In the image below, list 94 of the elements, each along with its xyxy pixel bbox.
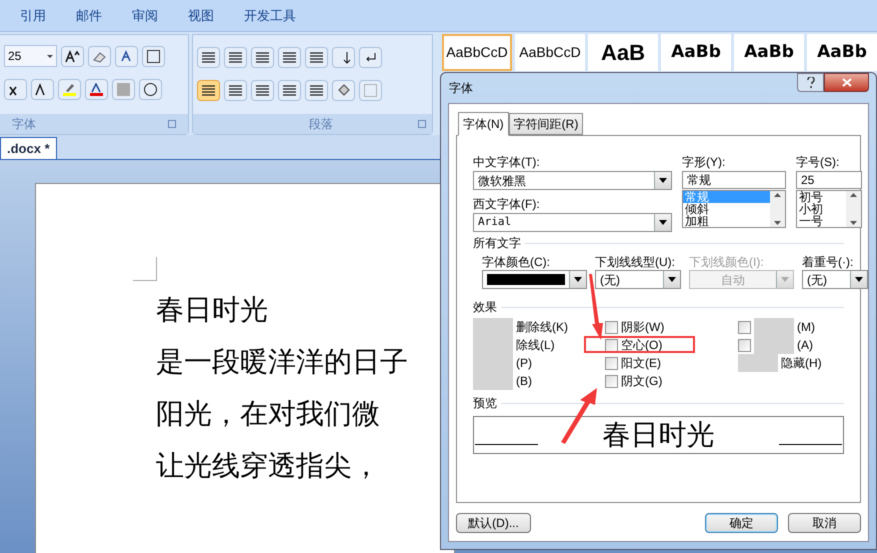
grow-font-icon[interactable] [61,46,84,66]
dropdown-field[interactable]: Arial [473,213,672,232]
style-swatch[interactable]: AaBb [661,34,731,71]
dropdown-field[interactable]: (无) [802,270,868,289]
field-label: 下划线线型(U): [595,254,676,270]
list-item[interactable]: 加粗 [683,215,770,227]
checkbox[interactable] [605,356,618,370]
text-field[interactable]: 25 [796,171,862,189]
close-button[interactable] [824,73,869,92]
checkbox-label: 阴文(G) [621,373,662,390]
dropdown-value: Arial [478,214,512,230]
checkbox-label: 删除线(K) [516,319,568,336]
ribbon-tab[interactable]: 审阅 [132,6,158,26]
document-paragraph: 阳光，在对我们微 [156,398,381,430]
checkbox-label: 隐藏(H) [781,355,822,372]
border-icon[interactable] [358,80,382,101]
dialog-button[interactable]: 取消 [788,513,861,533]
margin-corner-icon [133,257,157,281]
question-mark-icon [806,77,814,88]
document-paragraph: 让光线穿透指尖， [156,450,381,482]
checkbox-label: 空心(O) [621,337,662,354]
annotation-arrow [561,388,597,444]
checkbox-label: (P) [516,355,532,372]
ribbon-tab[interactable]: 开发工具 [244,6,296,26]
dropdown-value: 微软雅黑 [478,172,526,190]
style-swatch[interactable]: AaBb [807,34,877,71]
eraser-icon[interactable] [88,46,111,66]
font-size-field[interactable]: 25 [4,45,57,67]
up-arrow-icon[interactable] [850,193,857,197]
dropdown-value: 自动 [721,272,745,288]
down-arrow-icon[interactable] [774,221,781,225]
preview-text: 春日时光 [602,419,714,451]
dropdown-value: (无) [600,272,620,288]
sort-icon[interactable] [332,47,355,68]
list-item[interactable]: 一号 [797,215,846,227]
dropdown-field[interactable] [482,270,587,289]
checkbox[interactable] [738,320,751,334]
document-paragraph: 是一段暖洋洋的日子 [156,346,409,378]
dialog-title: 字体 [449,80,473,97]
field-label: 字号(S): [796,154,840,170]
list-box[interactable]: 初号 小初 一号 [796,190,862,228]
annotation-arrow [589,274,603,340]
checkbox-label: 阳文(E) [621,355,661,372]
dialog-button[interactable]: 默认(D)... [456,513,531,533]
field-label: 下划线颜色(I): [689,254,765,270]
style-swatch[interactable]: AaB [588,34,658,71]
help-button[interactable] [797,73,824,92]
up-arrow-icon[interactable] [774,193,781,197]
checkbox-label: 除线(L) [516,337,555,354]
checkbox[interactable] [605,338,618,352]
checkbox-label: (B) [516,373,532,390]
scrollbar[interactable] [770,191,785,227]
dialog-tab[interactable]: 字体(N) [458,112,509,136]
field-label: 字体颜色(C): [482,254,551,270]
checkbox[interactable] [738,338,751,352]
section-heading: 所有文字 [473,235,521,252]
field-label: 字形(Y): [682,154,726,170]
style-swatch[interactable]: AaBbCcD [515,34,585,71]
text-field[interactable]: 常规 [682,171,786,189]
section-heading: 预览 [473,395,497,412]
document-tab[interactable]: .docx * [0,137,57,159]
highlighter-icon[interactable] [58,79,81,100]
font-color-icon[interactable] [85,79,108,100]
dropdown-field[interactable]: (无) [595,270,681,289]
field-label: 西文字体(F): [473,196,541,212]
dropdown-value: (无) [807,272,827,288]
checkbox[interactable] [605,374,618,388]
down-arrow-icon[interactable] [850,221,857,225]
group-label: 字体 [12,116,36,133]
checkbox[interactable] [605,320,618,334]
dialog-button[interactable]: 确定 [705,513,778,533]
scrollbar[interactable] [846,191,861,227]
dropdown-field[interactable]: 微软雅黑 [473,171,672,190]
group-label: 段落 [309,116,333,133]
list-item[interactable]: 小初 [797,203,846,215]
align-left-icon[interactable] [196,80,220,101]
field-label: 中文字体(T): [473,154,541,170]
list-item[interactable]: 倾斜 [683,203,770,215]
section-heading: 效果 [473,299,497,316]
style-swatch[interactable]: AaBb [734,34,804,71]
checkbox-label: 阴影(W) [621,319,664,336]
ribbon-tab[interactable]: 引用 [20,6,46,26]
style-swatch[interactable]: AaBbCcD [442,34,512,71]
dialog-tab[interactable]: 字符间距(R) [508,113,584,135]
field-label: 着重号(·): [802,254,854,270]
document-paragraph: 春日时光 [156,294,269,326]
ribbon-tab[interactable]: 视图 [188,6,214,26]
dropdown-arrow-icon[interactable] [47,54,53,58]
ribbon-tab[interactable]: 邮件 [76,6,102,26]
list-box[interactable]: 常规 倾斜 加粗 [682,190,786,228]
checkbox-label: (M) [797,319,815,336]
checkbox-label: (A) [797,337,813,354]
list-item[interactable]: 初号 [797,191,846,203]
close-icon [842,78,852,87]
